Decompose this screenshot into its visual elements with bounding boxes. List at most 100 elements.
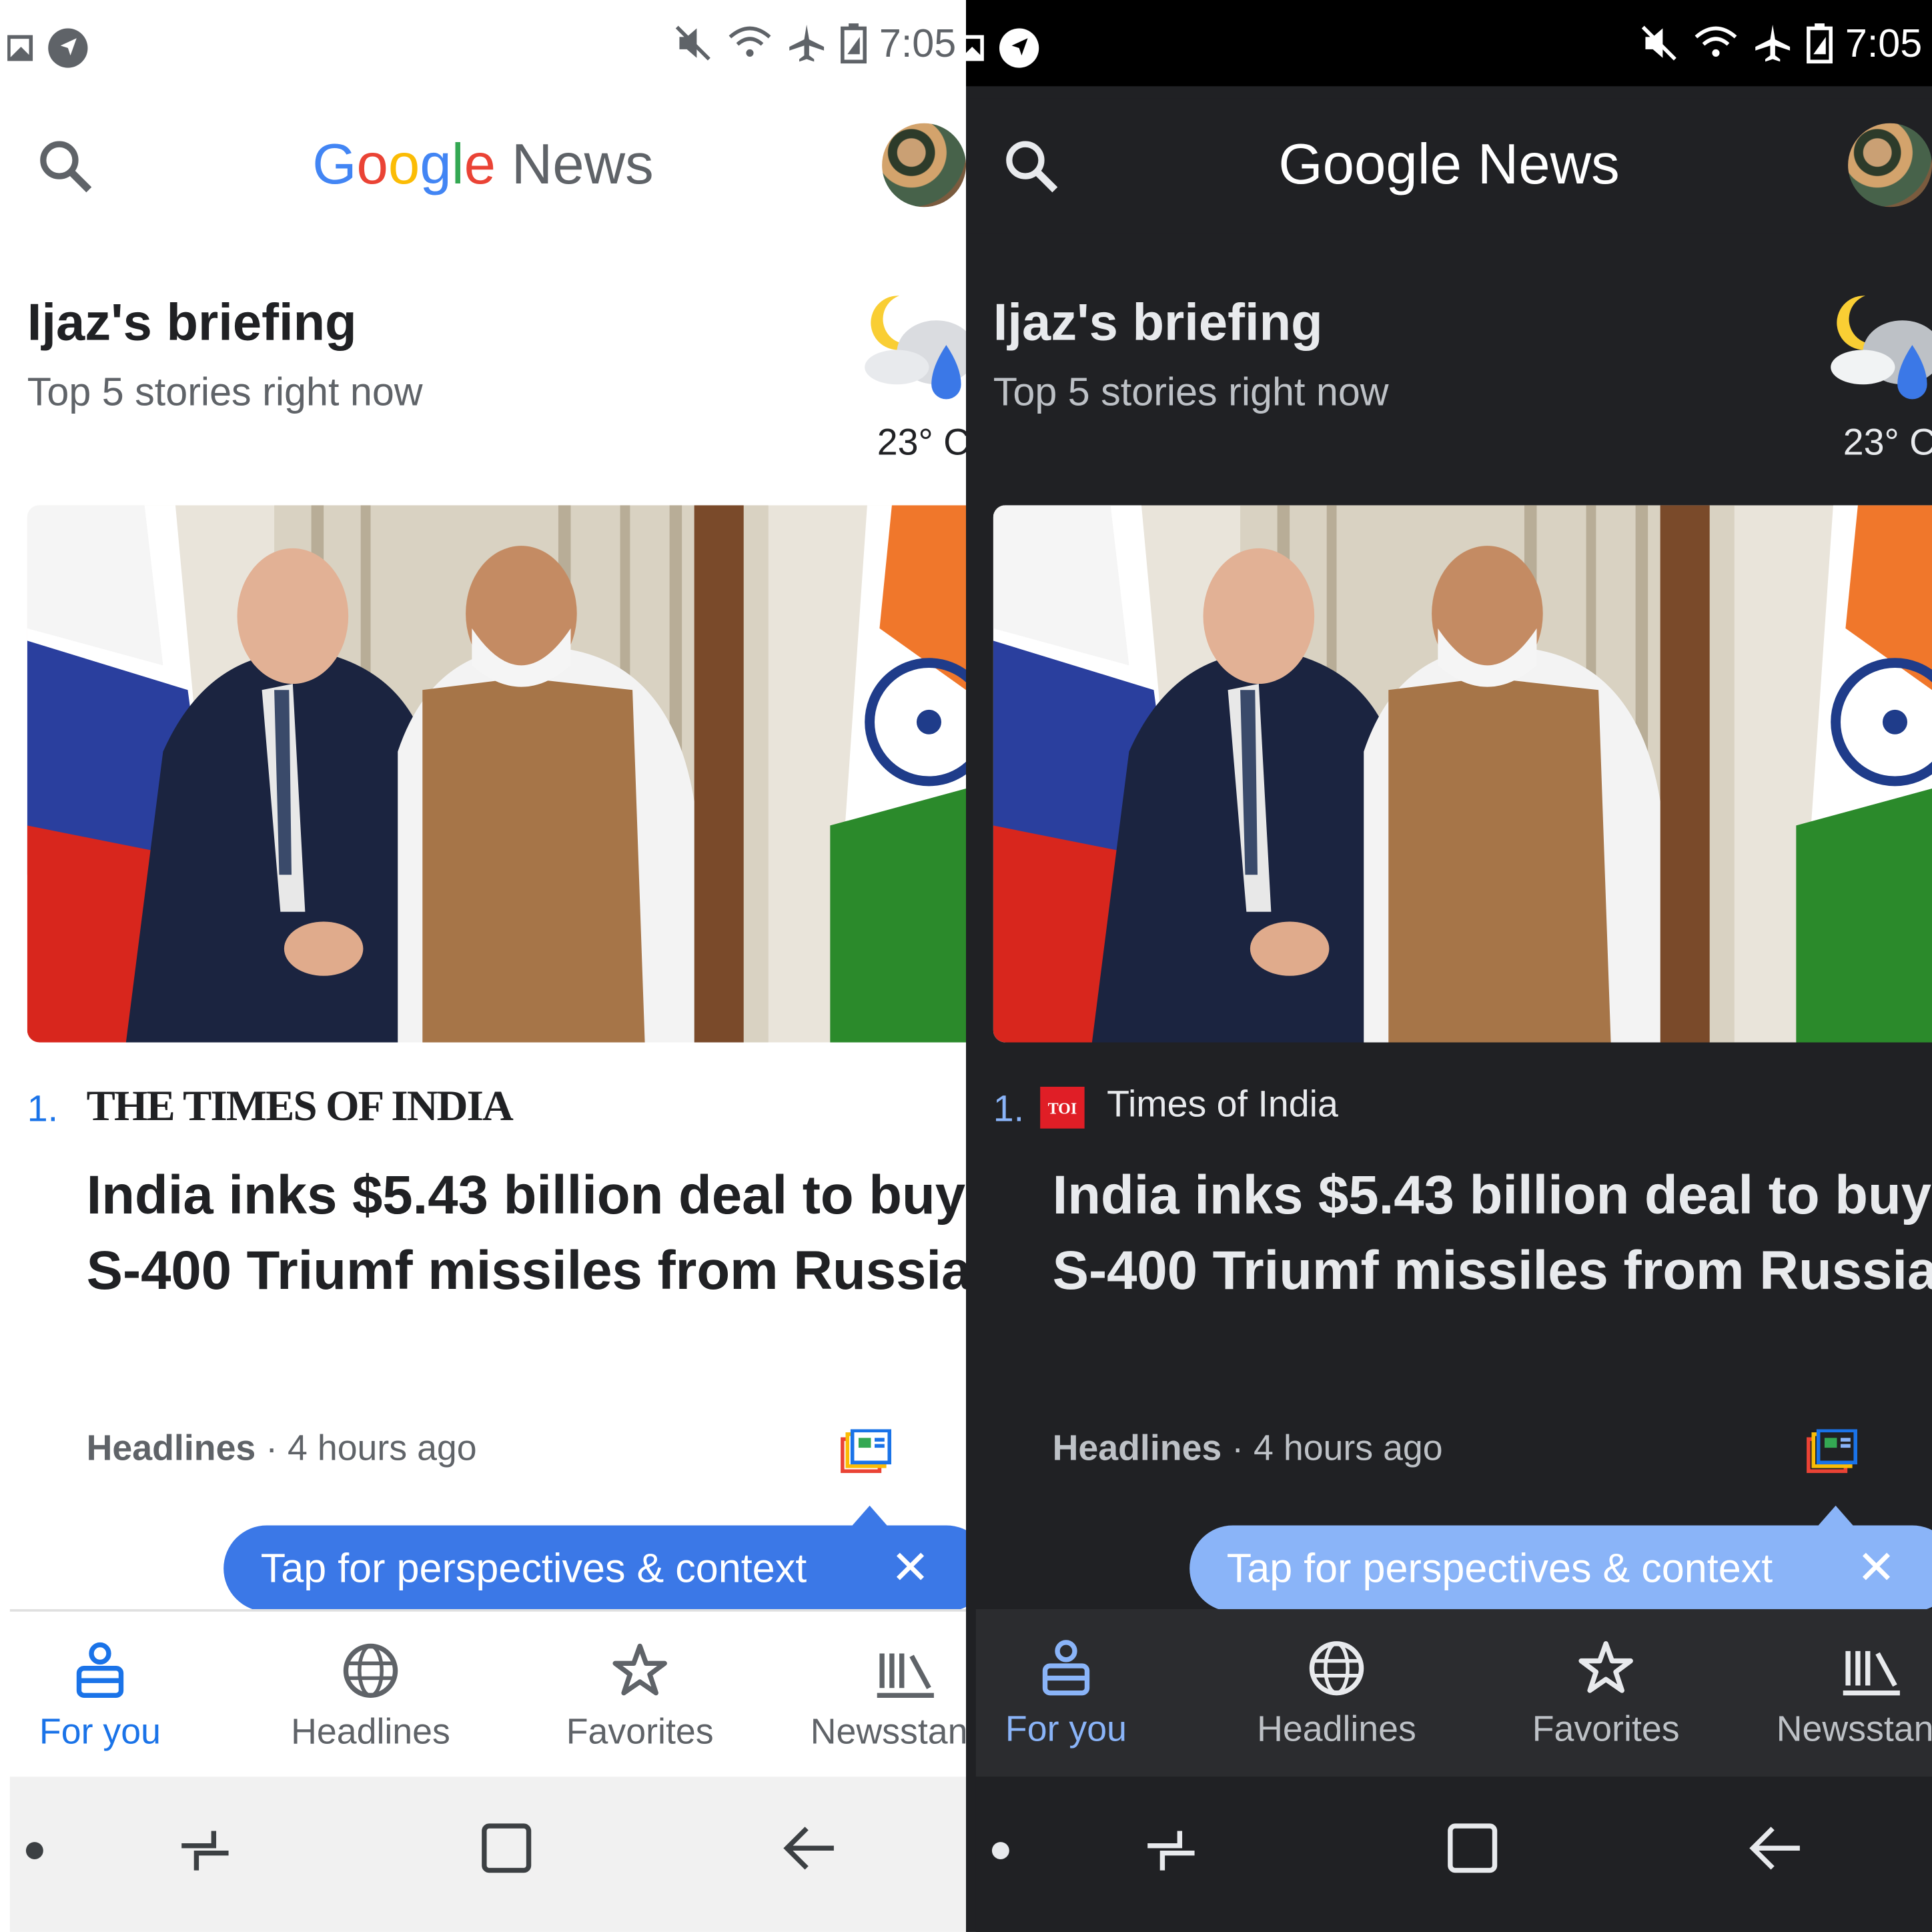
dot-icon[interactable] <box>22 1839 47 1863</box>
status-bar: 7:05 <box>0 0 966 87</box>
battery-icon <box>1806 23 1833 64</box>
bottom-navigation: For you Headlines Favorites Newsstand <box>975 1609 1932 1777</box>
back-icon[interactable] <box>1748 1821 1805 1878</box>
star-icon <box>1578 1641 1633 1693</box>
system-navigation-bar <box>9 1777 966 1932</box>
nav-headlines[interactable]: Headlines <box>1232 1638 1442 1751</box>
status-right-icons: 7:05 <box>672 22 956 64</box>
status-time: 7:05 <box>879 21 957 65</box>
perspectives-tooltip[interactable]: Tap for perspectives & context ✕ <box>223 1525 966 1612</box>
nav-favorites[interactable]: Favorites <box>535 1641 745 1753</box>
recents-icon[interactable] <box>177 1821 233 1878</box>
system-navigation-bar <box>975 1777 1932 1932</box>
briefing-subtitle: Top 5 stories right now <box>993 370 1389 414</box>
full-coverage-icon[interactable] <box>840 1429 892 1473</box>
status-left-icons <box>966 27 1040 69</box>
briefing-subtitle: Top 5 stories right now <box>27 370 423 414</box>
nav-favorites-label: Favorites <box>1532 1710 1680 1750</box>
google-news-logo: Google News <box>966 131 1932 197</box>
airplane-mode-icon <box>1755 24 1790 62</box>
newsstand-icon <box>877 1653 934 1699</box>
story-photo <box>27 505 966 1043</box>
account-avatar[interactable] <box>882 123 966 207</box>
nav-newsstand[interactable]: Newsstand <box>811 1641 966 1753</box>
story-time: 4 hours ago <box>288 1429 477 1469</box>
full-coverage-icon[interactable] <box>1806 1429 1858 1473</box>
briefing-title: Ijaz's briefing <box>993 293 1323 352</box>
briefing-title: Ijaz's briefing <box>27 293 357 352</box>
tooltip-arrow <box>1818 1505 1853 1526</box>
back-icon[interactable] <box>782 1821 839 1878</box>
light-theme-screen: 7:05 Google News Ijaz's briefing Top 5 s… <box>0 0 966 1932</box>
perspectives-tooltip[interactable]: Tap for perspectives & context ✕ <box>1189 1525 1932 1612</box>
globe-icon <box>1309 1641 1364 1696</box>
publisher-name[interactable]: Times of India <box>1107 1084 1338 1126</box>
dot-icon[interactable] <box>988 1839 1013 1863</box>
story-headline[interactable]: India inks $5.43 billion deal to buy S-4… <box>1053 1158 1932 1308</box>
nav-headlines-label: Headlines <box>291 1713 450 1753</box>
recents-icon[interactable] <box>1143 1821 1199 1878</box>
nav-favorites-label: Favorites <box>566 1713 714 1753</box>
status-right-icons: 7:05 <box>1638 22 1922 64</box>
account-avatar[interactable] <box>1848 123 1932 207</box>
publisher-badge-text: TOI <box>1048 1101 1077 1118</box>
app-bar: Google News <box>966 98 1932 234</box>
wifi-icon <box>1695 26 1737 57</box>
logo-news: News <box>1477 131 1620 196</box>
nav-headlines[interactable]: Headlines <box>266 1641 476 1753</box>
story-meta: Headlines · 4 hours ago <box>1053 1429 1443 1470</box>
nav-favorites[interactable]: Favorites <box>1501 1638 1711 1751</box>
gallery-notification-icon <box>966 35 984 61</box>
story-photo <box>993 505 1932 1043</box>
story-time: 4 hours ago <box>1254 1429 1443 1469</box>
airplane-mode-icon <box>789 24 824 62</box>
temperature: 23° C <box>1843 422 1932 464</box>
publisher-name[interactable]: THE TIMES OF INDIA <box>87 1082 514 1131</box>
story-section[interactable]: Headlines <box>87 1429 256 1468</box>
home-icon[interactable] <box>1445 1821 1502 1878</box>
nav-headlines-label: Headlines <box>1257 1710 1416 1750</box>
navigation-notification-icon <box>999 28 1039 68</box>
newsstand-icon <box>1843 1650 1900 1696</box>
temperature: 23° C <box>877 422 966 464</box>
tooltip-text: Tap for perspectives & context <box>260 1545 807 1591</box>
story-image[interactable] <box>993 505 1932 1043</box>
night-rain-icon <box>865 296 966 400</box>
mute-icon <box>1641 25 1676 61</box>
tooltip-text: Tap for perspectives & context <box>1226 1545 1773 1591</box>
nav-for-you[interactable]: For you <box>0 1641 205 1753</box>
status-bar: 7:05 <box>966 0 1932 87</box>
tooltip-close-icon[interactable]: ✕ <box>891 1525 930 1611</box>
globe-icon <box>343 1643 398 1699</box>
tooltip-close-icon[interactable]: ✕ <box>1857 1525 1896 1611</box>
nav-newsstand-label: Newsstand <box>810 1713 966 1753</box>
logo-news: News <box>511 131 654 196</box>
dark-theme-screen: 7:05 Google News Ijaz's briefing Top 5 s… <box>966 0 1932 1932</box>
story-headline[interactable]: India inks $5.43 billion deal to buy S-4… <box>87 1158 966 1308</box>
meta-separator: · <box>256 1429 288 1469</box>
nav-newsstand-label: Newsstand <box>1776 1710 1932 1750</box>
story-image[interactable] <box>27 505 966 1043</box>
night-rain-icon <box>1831 296 1932 400</box>
for-you-icon <box>1042 1640 1090 1696</box>
story-rank: 1. <box>993 1089 1025 1130</box>
gallery-notification-icon <box>7 35 33 61</box>
publisher-logo-icon: TOI <box>1040 1086 1085 1135</box>
mute-icon <box>675 25 710 61</box>
navigation-notification-icon <box>48 28 88 68</box>
status-time: 7:05 <box>1845 21 1923 65</box>
phone-frame-light: 7:05 Google News Ijaz's briefing Top 5 s… <box>0 0 966 1932</box>
story-rank: 1. <box>27 1089 59 1130</box>
status-left-icons <box>7 27 89 69</box>
story-meta: Headlines · 4 hours ago <box>87 1429 477 1470</box>
nav-newsstand[interactable]: Newsstand <box>1777 1638 1932 1751</box>
battery-icon <box>840 23 867 64</box>
nav-for-you-label: For you <box>39 1713 161 1753</box>
bottom-navigation: For you Headlines Favorites Newsstand <box>9 1609 966 1777</box>
for-you-icon <box>76 1642 124 1699</box>
google-news-logo: Google News <box>0 131 966 197</box>
story-section[interactable]: Headlines <box>1053 1429 1222 1468</box>
nav-for-you[interactable]: For you <box>966 1638 1171 1751</box>
nav-for-you-label: For you <box>1005 1710 1127 1750</box>
home-icon[interactable] <box>479 1821 536 1878</box>
